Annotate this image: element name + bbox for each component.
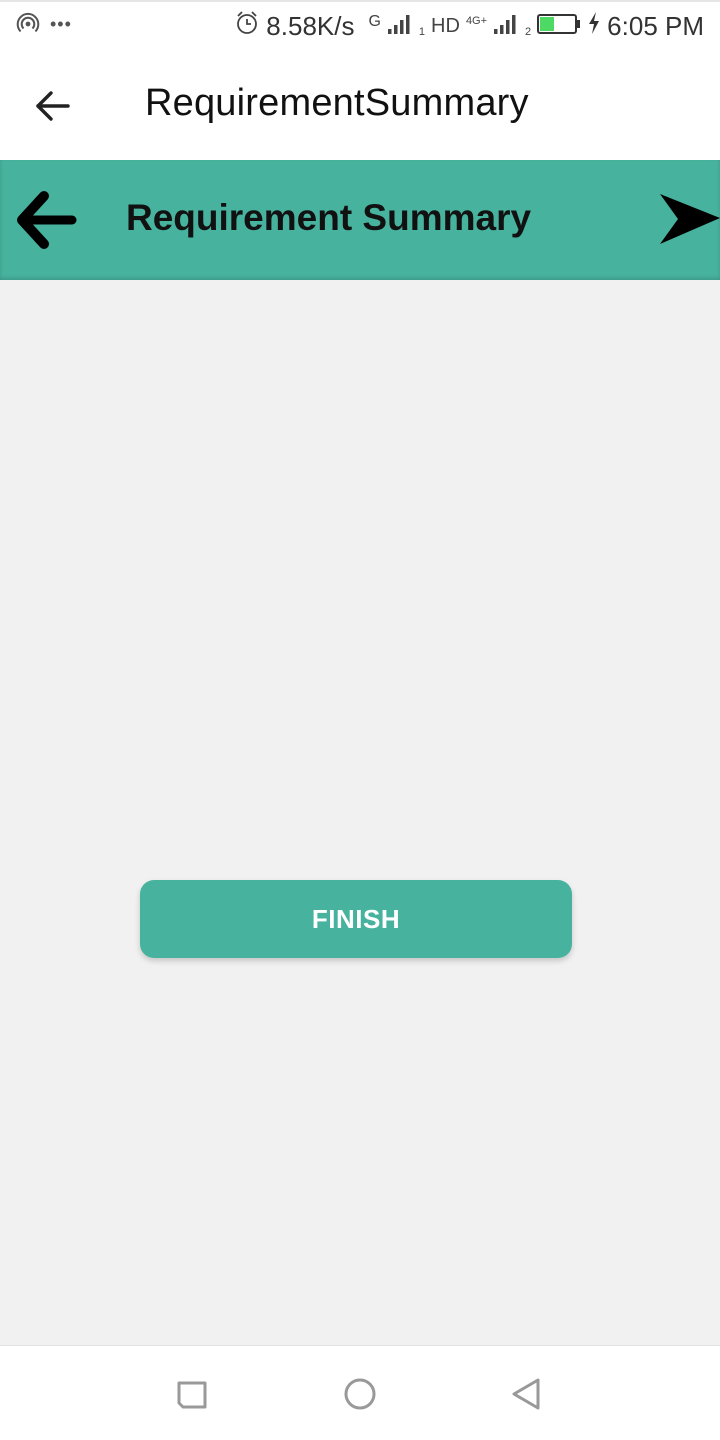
back-arrow-icon[interactable] [26,80,78,132]
signal-icon [387,11,413,42]
home-icon[interactable] [340,1374,380,1414]
page-title: RequirementSummary [145,82,529,124]
sim1-slot: 1 [418,26,426,38]
clock: 6:05 PM [607,11,704,41]
hd-label: HD [431,15,460,37]
charging-icon [587,11,601,42]
status-right: 8.58K/s G 1 HD 4G+ 2 6:05 PM [234,10,704,43]
alarm-icon [234,10,260,43]
recents-icon[interactable] [172,1374,212,1414]
content-area: FINISH [0,280,720,1345]
section-header: Requirement Summary [0,160,720,280]
more-dots-icon: ••• [50,13,72,34]
app-bar: RequirementSummary [0,50,720,160]
hotspot-icon [16,12,40,41]
next-arrow-icon[interactable] [658,190,720,250]
back-icon[interactable] [506,1374,546,1414]
status-left: ••• [16,12,72,41]
sim2-slot: 2 [525,26,532,38]
battery-icon [537,11,581,42]
status-bar: ••• 8.58K/s G 1 HD 4G+ 2 6:05 PM [0,0,720,50]
network-speed: 8.58K/s [266,11,355,41]
sim1-network-type: G [368,12,381,30]
finish-button[interactable]: FINISH [140,880,572,958]
system-nav-bar [0,1345,720,1440]
sim2-network-type: 4G+ [465,15,488,27]
previous-arrow-icon[interactable] [14,188,78,252]
signal-icon [493,11,519,42]
section-title: Requirement Summary [126,197,532,238]
